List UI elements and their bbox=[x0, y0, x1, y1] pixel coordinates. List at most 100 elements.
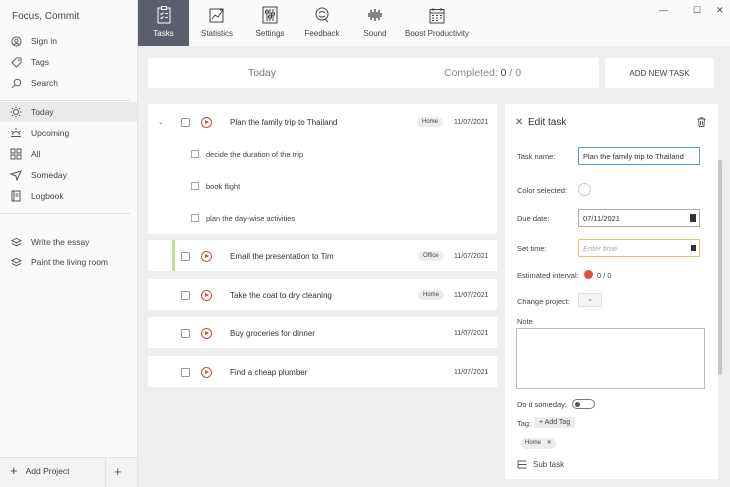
sidebar-item-all[interactable]: All bbox=[0, 144, 137, 164]
task-checkbox[interactable] bbox=[181, 290, 190, 300]
task-checkbox[interactable] bbox=[181, 117, 190, 127]
subtask-row[interactable]: plan the day-wise activities bbox=[148, 208, 497, 228]
subtask-section[interactable]: Sub task bbox=[517, 460, 564, 469]
completed-separator: / bbox=[509, 67, 513, 79]
tab-feedback[interactable]: Feedback bbox=[302, 0, 342, 46]
edit-task-panel: ✕ Edit task Task name: Plan the family t… bbox=[505, 104, 718, 479]
user-icon bbox=[10, 35, 22, 47]
tab-label: Tasks bbox=[153, 29, 174, 38]
task-checkbox[interactable] bbox=[181, 251, 190, 261]
sidebar-item-sign-in[interactable]: Sign in bbox=[0, 31, 137, 51]
due-date-input[interactable]: 07/11/2021 bbox=[578, 209, 700, 227]
search-icon bbox=[10, 77, 22, 89]
play-icon[interactable] bbox=[201, 250, 212, 262]
tab-label: Settings bbox=[255, 29, 285, 38]
task-row[interactable]: Email the presentation to Tim Office 11/… bbox=[148, 246, 497, 266]
task-row[interactable]: Buy groceries for dinner 11/07/2021 bbox=[148, 323, 497, 343]
set-time-placeholder: Enter time bbox=[583, 243, 618, 253]
play-icon[interactable] bbox=[201, 289, 212, 301]
delete-task-button[interactable] bbox=[697, 117, 706, 129]
tab-sound[interactable]: Sound bbox=[358, 0, 392, 46]
task-title: Buy groceries for dinner bbox=[230, 328, 315, 338]
estimated-interval-value[interactable]: 0 / 0 bbox=[597, 271, 612, 280]
set-time-input[interactable]: Enter time bbox=[578, 239, 700, 257]
sidebar-item-someday[interactable]: Someday bbox=[0, 165, 137, 185]
play-icon[interactable] bbox=[201, 116, 212, 128]
sidebar-footer: + Add Project + bbox=[0, 457, 137, 487]
task-row[interactable]: Take the coat to dry cleaning Home 11/07… bbox=[148, 285, 497, 305]
sidebar-divider bbox=[0, 213, 130, 214]
app-title: Focus, Commit bbox=[12, 11, 80, 22]
close-icon: ✕ bbox=[515, 117, 524, 128]
task-name-label: Task name: bbox=[517, 152, 556, 161]
layers-icon bbox=[10, 236, 22, 248]
send-icon bbox=[10, 169, 22, 181]
subtask-row[interactable]: decide the duration of the trip bbox=[148, 144, 497, 164]
completed-done: 0 bbox=[500, 67, 507, 79]
chevron-down-icon[interactable]: ⌄ bbox=[158, 118, 164, 126]
add-tag-button[interactable]: + Add Tag bbox=[534, 417, 576, 428]
someday-toggle[interactable] bbox=[572, 399, 595, 409]
sidebar-item-label: Upcoming bbox=[31, 128, 70, 138]
task-row[interactable]: ⌄ Plan the family trip to Thailand Home … bbox=[148, 112, 497, 132]
sidebar-item-today[interactable]: Today bbox=[0, 102, 137, 122]
maximize-button[interactable]: ☐ bbox=[693, 5, 701, 16]
add-new-task-button[interactable]: ADD NEW TASK bbox=[605, 58, 714, 88]
someday-label: Do it someday: bbox=[517, 400, 568, 409]
settings-icon bbox=[260, 6, 280, 24]
sidebar-item-label: Today bbox=[31, 107, 54, 117]
note-textarea[interactable] bbox=[516, 328, 705, 389]
feedback-icon bbox=[312, 6, 332, 24]
remove-tag-icon[interactable]: ✕ bbox=[547, 440, 552, 446]
tab-tasks[interactable]: Tasks bbox=[138, 0, 189, 46]
tag-chip-label: Home bbox=[525, 440, 542, 446]
tab-statistics[interactable]: Statistics bbox=[195, 0, 239, 46]
sidebar-item-label: All bbox=[31, 149, 41, 159]
subtask-checkbox[interactable] bbox=[191, 150, 199, 158]
tomato-icon bbox=[584, 270, 593, 279]
task-row[interactable]: Find a cheap plumber 11/07/2021 bbox=[148, 362, 497, 382]
task-name-input[interactable]: Plan the family trip to Thailand bbox=[578, 147, 700, 165]
project-dropdown[interactable]: ⌄ bbox=[578, 293, 602, 307]
play-icon[interactable] bbox=[201, 327, 212, 339]
sidebar-project-write-essay[interactable]: Write the essay bbox=[0, 232, 137, 252]
task-title: Find a cheap plumber bbox=[230, 367, 308, 377]
subtask-row[interactable]: book flight bbox=[148, 176, 497, 196]
task-checkbox[interactable] bbox=[181, 328, 190, 338]
plus-dropdown-icon: + bbox=[114, 464, 122, 479]
tab-settings[interactable]: Settings bbox=[250, 0, 290, 46]
edit-panel-scrollbar[interactable] bbox=[718, 160, 722, 375]
sidebar-item-label: Tags bbox=[31, 57, 49, 67]
subtask-checkbox[interactable] bbox=[191, 182, 199, 190]
sidebar-item-search[interactable]: Search bbox=[0, 73, 137, 93]
color-picker[interactable] bbox=[578, 183, 591, 196]
add-project-button[interactable]: + Add Project bbox=[10, 464, 70, 477]
add-menu-button[interactable]: + bbox=[114, 464, 122, 479]
tag-chip: Home ✕ bbox=[521, 438, 556, 449]
task-title: Plan the family trip to Thailand bbox=[230, 117, 338, 127]
tab-label: Sound bbox=[363, 29, 387, 38]
subtask-title: decide the duration of the trip bbox=[206, 149, 304, 159]
task-card: Find a cheap plumber 11/07/2021 bbox=[148, 356, 497, 387]
sidebar-item-logbook[interactable]: Logbook bbox=[0, 186, 137, 206]
task-color-indicator bbox=[172, 240, 175, 271]
task-title: Take the coat to dry cleaning bbox=[230, 290, 332, 300]
set-time-label: Set time: bbox=[517, 244, 547, 253]
minimize-button[interactable]: — bbox=[659, 5, 668, 15]
tab-boost-productivity[interactable]: Boost Productivity bbox=[403, 0, 471, 46]
clock-picker-icon[interactable] bbox=[691, 245, 696, 251]
task-due-date: 11/07/2021 bbox=[454, 368, 489, 376]
subtask-title: plan the day-wise activities bbox=[206, 213, 296, 223]
sidebar-item-tags[interactable]: Tags bbox=[0, 52, 137, 72]
completed-label: Completed: bbox=[444, 67, 498, 79]
sidebar-project-paint-living-room[interactable]: Paint the living room bbox=[0, 252, 137, 272]
toggle-knob bbox=[575, 401, 580, 407]
subtask-checkbox[interactable] bbox=[191, 214, 199, 222]
play-icon[interactable] bbox=[201, 366, 212, 378]
close-edit-button[interactable]: ✕ bbox=[515, 117, 523, 128]
sidebar-item-upcoming[interactable]: Upcoming bbox=[0, 123, 137, 143]
task-checkbox[interactable] bbox=[181, 367, 190, 377]
calendar-picker-icon[interactable] bbox=[690, 214, 696, 222]
completed-counter: Completed: 0 / 0 bbox=[444, 67, 521, 79]
close-window-button[interactable]: ✕ bbox=[716, 5, 724, 16]
